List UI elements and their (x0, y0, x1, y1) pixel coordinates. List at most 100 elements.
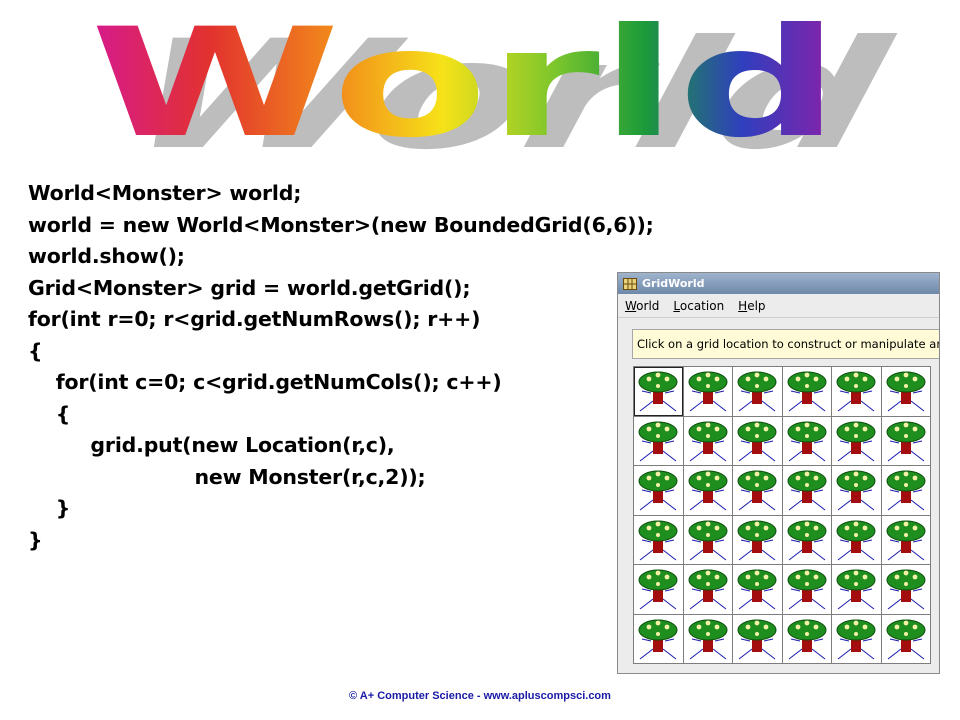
grid-cell[interactable] (881, 565, 930, 614)
code-line: world.show(); (28, 244, 185, 268)
grid-cell[interactable] (881, 614, 930, 663)
grid-cell[interactable] (733, 614, 782, 663)
code-line: { (28, 401, 71, 426)
grid-cell[interactable] (881, 515, 930, 564)
monster-icon (886, 520, 925, 560)
code-line: Grid<Monster> grid = world.getGrid(); (28, 275, 471, 300)
grid-cell[interactable] (733, 515, 782, 564)
monster-icon (638, 569, 678, 610)
monster-icon (688, 421, 727, 461)
monster-icon (737, 421, 777, 461)
monster-icon (836, 569, 876, 610)
grid-cell[interactable] (634, 614, 683, 663)
monster-icon (688, 619, 727, 659)
monster-icon (886, 421, 925, 461)
grid-cell[interactable] (733, 565, 782, 614)
status-message: Click on a grid location to construct or… (632, 329, 939, 359)
grid-cell[interactable] (881, 416, 930, 465)
menu-location[interactable]: Location (673, 299, 724, 313)
grid-cell[interactable] (782, 515, 831, 564)
menu-label-rest: elp (747, 298, 766, 313)
grid-cell[interactable] (683, 565, 732, 614)
monster-icon (787, 569, 826, 610)
grid-cell[interactable] (832, 367, 881, 416)
grid-cell[interactable] (683, 466, 732, 515)
monster-icon (737, 569, 777, 610)
grid-cell[interactable] (782, 416, 831, 465)
monster-icon (886, 470, 925, 511)
footer-copyright: © A+ Computer Science - www.apluscompsci… (349, 690, 611, 702)
grid-cell[interactable] (782, 367, 831, 416)
menu-mnemonic: W (625, 298, 637, 313)
monster-icon (688, 470, 727, 511)
monster-icon (638, 619, 678, 659)
grid-cell[interactable] (634, 515, 683, 564)
monster-icon (737, 371, 777, 412)
menu-world[interactable]: World (625, 299, 659, 313)
monster-icon (787, 619, 826, 659)
code-line: for(int r=0; r<grid.getNumRows(); r++) (28, 307, 481, 331)
monster-icon (787, 520, 826, 560)
menu-help[interactable]: Help (738, 299, 765, 313)
monster-icon (787, 421, 826, 461)
monster-icon (638, 421, 678, 461)
grid-cell[interactable] (832, 614, 881, 663)
grid-cell[interactable] (782, 614, 831, 663)
grid-cell[interactable] (634, 466, 683, 515)
monster-icon (836, 421, 876, 461)
monster-icon (737, 520, 777, 560)
grid-cell[interactable] (683, 614, 732, 663)
grid-cell[interactable] (683, 416, 732, 465)
grid-cell[interactable] (881, 367, 930, 416)
grid-cell[interactable] (733, 466, 782, 515)
gridworld-window: GridWorld World Location Help Click on a g… (617, 272, 940, 674)
monster-icon (886, 371, 925, 412)
code-line: } (28, 496, 71, 520)
monster-icon (836, 619, 876, 659)
monster-icon (688, 371, 727, 412)
menu-label-rest: orld (636, 298, 660, 313)
monster-icon (787, 371, 826, 412)
grid-cell[interactable] (733, 416, 782, 465)
grid-cell[interactable] (634, 565, 683, 614)
grid-cell[interactable] (782, 466, 831, 515)
monster-icon (836, 371, 876, 412)
window-title: GridWorld (642, 277, 705, 290)
monster-icon (836, 470, 876, 511)
grid-cell[interactable] (782, 565, 831, 614)
slide-title-text: World (90, 0, 840, 170)
code-line: world = new World<Monster>(new BoundedGr… (28, 212, 654, 237)
grid-board (633, 366, 931, 664)
code-line: World<Monster> world; (28, 181, 302, 205)
monster-icon (638, 470, 678, 511)
grid-cell[interactable] (881, 466, 930, 515)
monster-icon (638, 371, 678, 412)
monster-icon (638, 520, 678, 560)
grid-cell[interactable] (634, 416, 683, 465)
code-line: grid.put(new Location(r,c), (28, 433, 395, 457)
monster-icon (737, 470, 777, 511)
monster-icon (886, 619, 925, 659)
grid-cell[interactable] (683, 367, 732, 416)
window-titlebar[interactable]: GridWorld (618, 273, 939, 294)
monster-icon (688, 569, 727, 610)
code-line: for(int c=0; c<grid.getNumCols(); c++) (28, 370, 502, 394)
monster-icon (886, 569, 925, 610)
grid-cell[interactable] (832, 466, 881, 515)
monster-icon (737, 619, 777, 659)
code-line: { (28, 338, 43, 363)
code-line: new Monster(r,c,2)); (28, 464, 426, 489)
grid-cell[interactable] (733, 367, 782, 416)
grid-cell[interactable] (832, 565, 881, 614)
menu-label-rest: ocation (679, 298, 725, 313)
code-line: } (28, 527, 43, 552)
slide-title: World World (89, 0, 930, 170)
menu-bar: World Location Help (618, 294, 939, 318)
grid-cell[interactable] (832, 416, 881, 465)
grid-cell[interactable] (832, 515, 881, 564)
monster-icon (688, 520, 727, 560)
gridworld-app-icon (623, 277, 637, 290)
grid-cell[interactable] (683, 515, 732, 564)
grid-cell[interactable] (634, 367, 683, 416)
menu-mnemonic: H (738, 298, 748, 313)
